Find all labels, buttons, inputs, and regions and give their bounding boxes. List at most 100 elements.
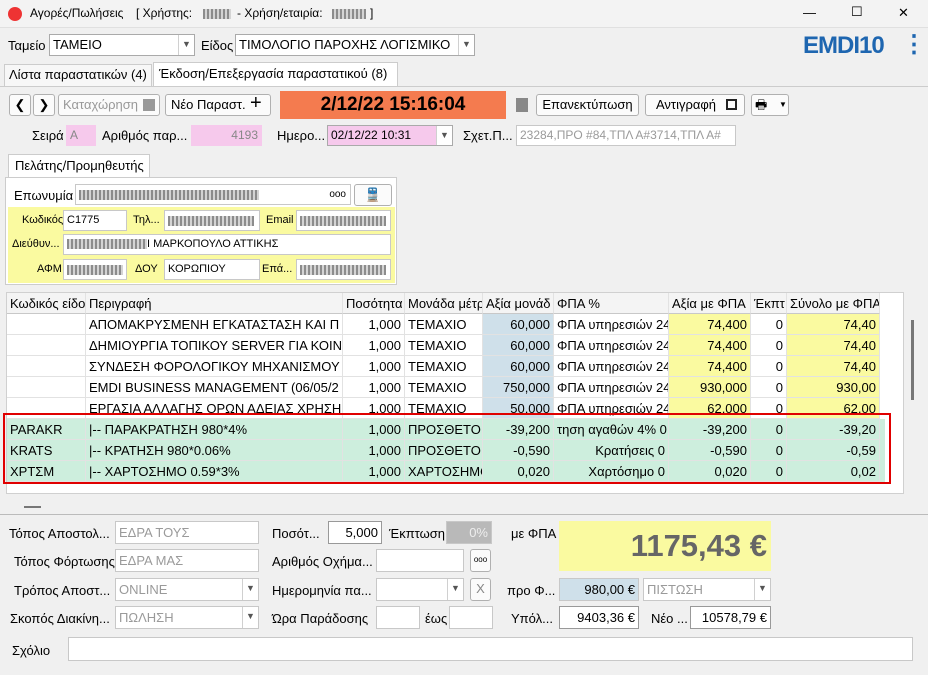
chevron-down-icon: ▼ bbox=[458, 35, 474, 55]
table-row[interactable]: ΑΠΟΜΑΚΡΥΣΜΕΝΗ ΕΓΚΑΤΑΣΤΑΣΗ ΚΑΙ Π 1,000 ΤΕΜΑ… bbox=[7, 314, 885, 335]
vertical-scrollbar-thumb[interactable] bbox=[911, 320, 914, 400]
cell-total[interactable]: 74,40 bbox=[787, 335, 880, 356]
posot-input[interactable]: 5,000 bbox=[328, 521, 382, 544]
code-input[interactable]: C1775 bbox=[63, 210, 127, 231]
more-icon[interactable]: ooo bbox=[329, 185, 346, 204]
header-value-vat[interactable]: Αξία με ΦΠΑ bbox=[669, 293, 751, 314]
hmer-select[interactable]: ▼ bbox=[376, 578, 464, 601]
name-input[interactable]: ooo bbox=[75, 184, 351, 205]
cell-discount[interactable]: 0 bbox=[751, 377, 787, 398]
cell-vat[interactable]: ΦΠΑ υπηρεσιών 24 bbox=[554, 377, 669, 398]
customer-tab[interactable]: Πελάτης/Προμηθευτής bbox=[8, 154, 150, 177]
header-qty[interactable]: Ποσότητα bbox=[343, 293, 405, 314]
cell-desc[interactable]: ΣΥΝΔΕΣΗ ΦΟΡΟΛΟΓΙΚΟΥ ΜΗΧΑΝΙΣΜΟΥ bbox=[86, 356, 343, 377]
cell-value-vat[interactable]: 74,400 bbox=[669, 335, 751, 356]
cell-unit[interactable]: ΤΕΜΑΧΙΟ bbox=[405, 335, 483, 356]
header-desc[interactable]: Περιγραφή bbox=[86, 293, 343, 314]
header-unit[interactable]: Μονάδα μέτρ bbox=[405, 293, 483, 314]
cell-desc[interactable]: ΔΗΜΙΟΥΡΓΙΑ ΤΟΠΙΚΟΥ SERVER ΓΙΑ ΚΟΙΝ bbox=[86, 335, 343, 356]
table-row[interactable]: EMDI BUSINESS MANAGEMENT (06/05/2 1,000 ΤΕ… bbox=[7, 377, 885, 398]
maximize-button[interactable]: ☐ bbox=[851, 4, 863, 20]
ekptosi-input[interactable]: 0% bbox=[446, 521, 492, 544]
afm-input[interactable] bbox=[63, 259, 127, 280]
back-button[interactable]: ❮ bbox=[9, 94, 31, 116]
train-button[interactable]: 🚆 bbox=[354, 184, 392, 206]
topos-fort-input[interactable]: ΕΔΡΑ ΜΑΣ bbox=[115, 549, 259, 572]
cell-total[interactable]: 930,00 bbox=[787, 377, 880, 398]
cell-total[interactable]: 74,40 bbox=[787, 314, 880, 335]
header-total[interactable]: Σύνολο με ΦΠΑ bbox=[787, 293, 880, 314]
header-vat[interactable]: ΦΠΑ % bbox=[554, 293, 669, 314]
cell-unit-value[interactable]: 60,000 bbox=[483, 314, 554, 335]
date-input[interactable]: 02/12/22 10:31 ▼ bbox=[327, 125, 453, 146]
tab-list[interactable]: Λίστα παραστατικών (4) bbox=[4, 64, 152, 86]
cell-value-vat[interactable]: 74,400 bbox=[669, 356, 751, 377]
cell-desc[interactable]: EMDI BUSINESS MANAGEMENT (06/05/2 bbox=[86, 377, 343, 398]
tropos-select[interactable]: ONLINE ▼ bbox=[115, 578, 259, 601]
cell-desc[interactable]: ΑΠΟΜΑΚΡΥΣΜΕΝΗ ΕΓΚΑΤΑΣΤΑΣΗ ΚΑΙ Π bbox=[86, 314, 343, 335]
pro-input[interactable]: 980,00 € bbox=[559, 578, 639, 601]
topos-apost-input[interactable]: ΕΔΡΑ ΤΟΥΣ bbox=[115, 521, 259, 544]
cell-code[interactable] bbox=[7, 356, 86, 377]
header-discount[interactable]: Έκπτ bbox=[751, 293, 787, 314]
cell-unit[interactable]: ΤΕΜΑΧΙΟ bbox=[405, 314, 483, 335]
cell-qty[interactable]: 1,000 bbox=[343, 335, 405, 356]
cell-discount[interactable]: 0 bbox=[751, 356, 787, 377]
cell-vat[interactable]: ΦΠΑ υπηρεσιών 24 bbox=[554, 314, 669, 335]
doy-input[interactable]: ΚΟΡΩΠΙΟΥ bbox=[164, 259, 260, 280]
app-icon bbox=[8, 7, 22, 21]
print-button[interactable]: 🖶 ▼ bbox=[751, 94, 789, 116]
neo-input[interactable]: 10578,79 € bbox=[690, 606, 771, 629]
ora-to-input[interactable] bbox=[449, 606, 493, 629]
more-menu-icon[interactable]: ⋮ bbox=[902, 30, 926, 59]
cell-unit-value[interactable]: 750,000 bbox=[483, 377, 554, 398]
cell-qty[interactable]: 1,000 bbox=[343, 377, 405, 398]
payment-select[interactable]: ΠΙΣΤΩΣΗ ▼ bbox=[643, 578, 771, 601]
header-code[interactable]: Κωδικός είδο bbox=[7, 293, 86, 314]
skopos-select[interactable]: ΠΩΛΗΣΗ ▼ bbox=[115, 606, 259, 629]
cell-code[interactable] bbox=[7, 335, 86, 356]
new-document-button[interactable]: Νέο Παραστ. + bbox=[165, 93, 271, 116]
comment-input[interactable] bbox=[68, 637, 913, 661]
epa-input[interactable] bbox=[296, 259, 391, 280]
reprint-button[interactable]: Επανεκτύπωση bbox=[536, 94, 639, 116]
table-row[interactable]: ΣΥΝΔΕΣΗ ΦΟΡΟΛΟΓΙΚΟΥ ΜΗΧΑΝΙΣΜΟΥ 1,000 ΤΕΜΑΧ… bbox=[7, 356, 885, 377]
horizontal-scrollbar-thumb[interactable] bbox=[24, 506, 41, 508]
tab-edit[interactable]: Έκδοση/Επεξεργασία παραστατικού (8) bbox=[153, 62, 398, 86]
cell-discount[interactable]: 0 bbox=[751, 335, 787, 356]
oxima-input[interactable] bbox=[376, 549, 464, 572]
cell-vat[interactable]: ΦΠΑ υπηρεσιών 24 bbox=[554, 356, 669, 377]
table-row[interactable]: ΔΗΜΙΟΥΡΓΙΑ ΤΟΠΙΚΟΥ SERVER ΓΙΑ ΚΟΙΝ 1,000 Τ… bbox=[7, 335, 885, 356]
cell-vat[interactable]: ΦΠΑ υπηρεσιών 24 bbox=[554, 335, 669, 356]
cell-unit-value[interactable]: 60,000 bbox=[483, 335, 554, 356]
cell-unit[interactable]: ΤΕΜΑΧΙΟ bbox=[405, 356, 483, 377]
seira-input[interactable]: A bbox=[66, 125, 96, 146]
close-button[interactable]: ✕ bbox=[898, 5, 909, 21]
sxet-input[interactable]: 23284,ΠΡΟ #84,ΤΠΛ Α#3714,ΤΠΛ Α# bbox=[516, 125, 736, 146]
phone-input[interactable] bbox=[164, 210, 260, 231]
arithmos-input[interactable]: 4193 bbox=[191, 125, 262, 146]
email-input[interactable] bbox=[296, 210, 391, 231]
cell-unit-value[interactable]: 60,000 bbox=[483, 356, 554, 377]
cell-qty[interactable]: 1,000 bbox=[343, 356, 405, 377]
cell-qty[interactable]: 1,000 bbox=[343, 314, 405, 335]
ora-from-input[interactable] bbox=[376, 606, 420, 629]
cell-code[interactable] bbox=[7, 377, 86, 398]
eidos-select[interactable]: ΤΙΜΟΛΟΓΙΟ ΠΑΡΟΧΗΣ ΛΟΓΙΣΜΙΚΟ ▼ bbox=[235, 34, 475, 56]
tameio-select[interactable]: ΤΑΜΕΙΟ ▼ bbox=[49, 34, 195, 56]
cell-code[interactable] bbox=[7, 314, 86, 335]
header-unit-value[interactable]: Αξία μονάδ bbox=[483, 293, 554, 314]
cell-value-vat[interactable]: 74,400 bbox=[669, 314, 751, 335]
cell-discount[interactable]: 0 bbox=[751, 314, 787, 335]
cell-unit[interactable]: ΤΕΜΑΧΙΟ bbox=[405, 377, 483, 398]
oxima-more-button[interactable]: ooo bbox=[470, 549, 491, 572]
minimize-button[interactable]: — bbox=[803, 5, 816, 20]
save-button[interactable]: Καταχώρηση bbox=[58, 94, 160, 116]
address-input[interactable]: Ι ΜΑΡΚΟΠΟΥΛΟ ΑΤΤΙΚΗΣ bbox=[63, 234, 391, 255]
forward-button[interactable]: ❯ bbox=[33, 94, 55, 116]
clear-date-button[interactable]: X bbox=[470, 578, 491, 601]
ypol-input[interactable]: 9403,36 € bbox=[559, 606, 639, 629]
copy-button[interactable]: Αντιγραφή bbox=[645, 94, 745, 116]
cell-total[interactable]: 74,40 bbox=[787, 356, 880, 377]
cell-value-vat[interactable]: 930,000 bbox=[669, 377, 751, 398]
